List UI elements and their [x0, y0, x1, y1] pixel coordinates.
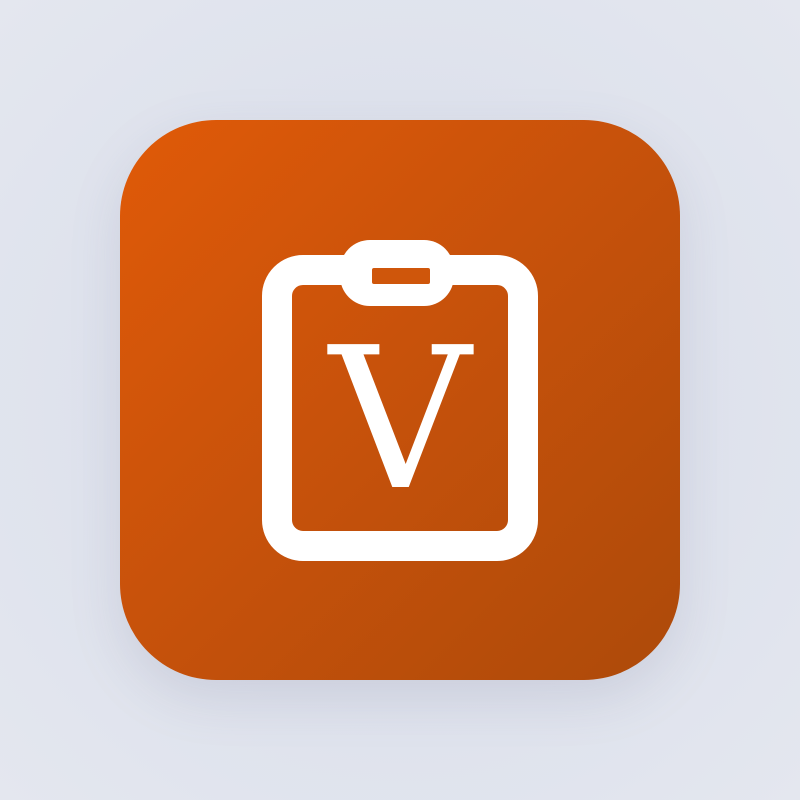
clipboard-icon: V [262, 240, 538, 561]
clipboard-letter: V [327, 306, 474, 534]
clipboard-clip-slot [372, 268, 430, 284]
app-icon[interactable]: V [120, 120, 680, 680]
